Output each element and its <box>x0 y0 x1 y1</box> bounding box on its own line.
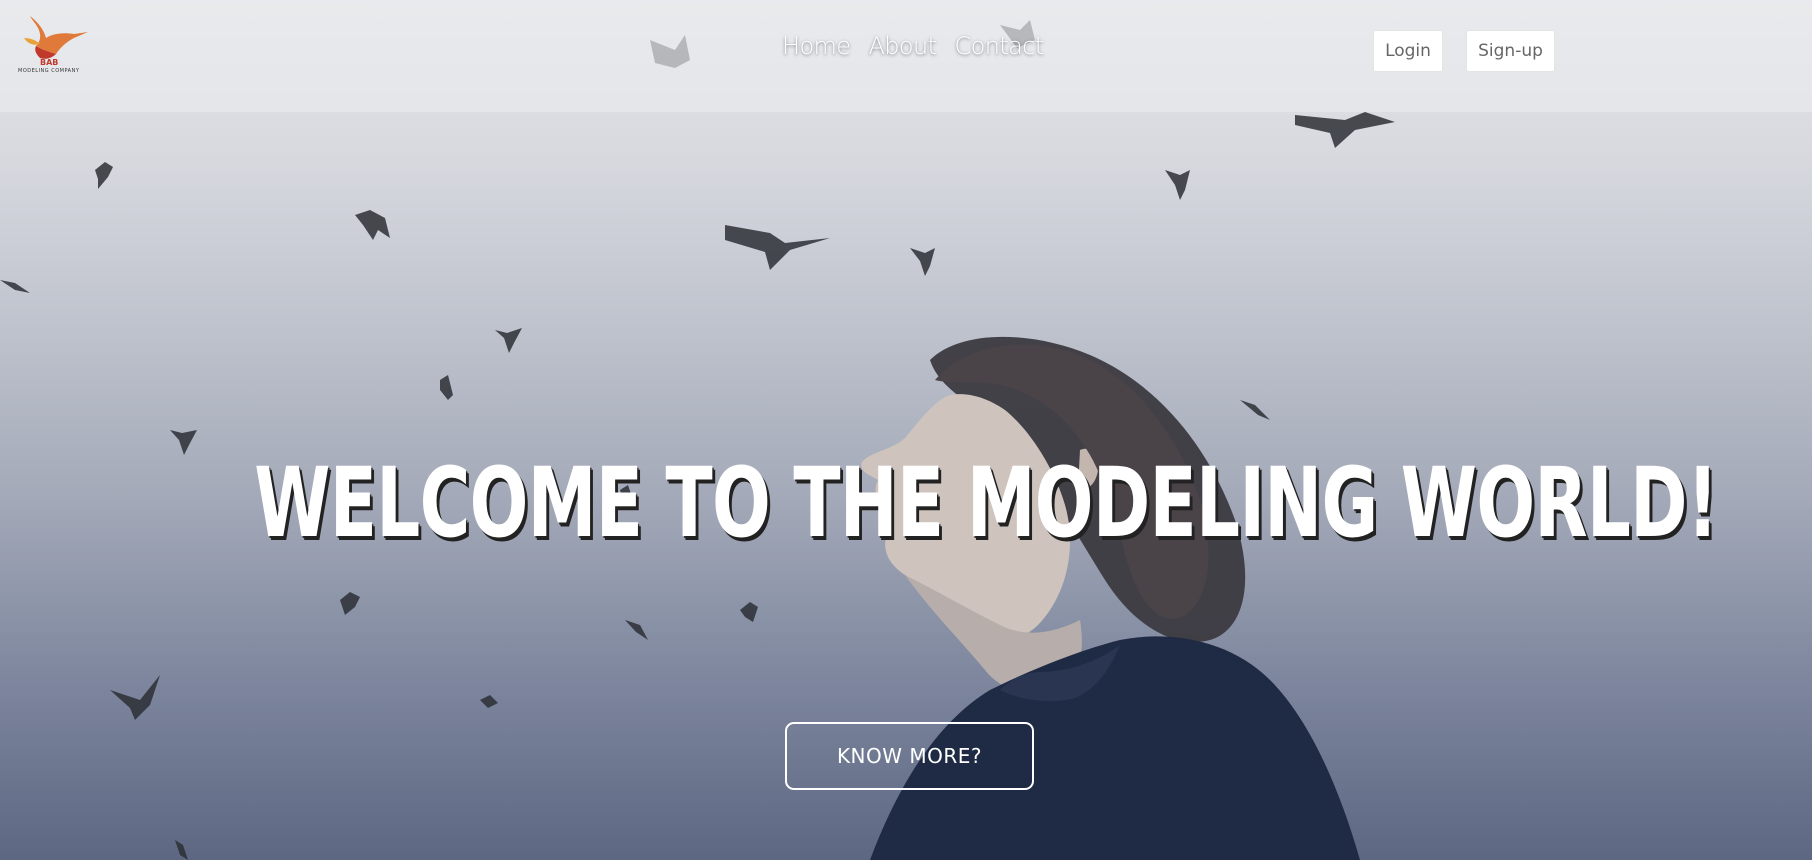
logo-brand-text: BAB <box>40 58 59 67</box>
nav-home-link[interactable]: Home <box>782 32 851 60</box>
logo-tagline: MODELING COMPANY <box>18 68 80 74</box>
know-more-button[interactable]: KNOW MORE? <box>785 722 1034 790</box>
signup-button[interactable]: Sign-up <box>1466 30 1555 72</box>
nav-contact-link[interactable]: Contact <box>954 32 1044 60</box>
top-navbar: BAB MODELING COMPANY Home About Contact … <box>0 0 1812 112</box>
login-button[interactable]: Login <box>1373 30 1443 72</box>
main-nav: Home About Contact <box>782 32 1044 60</box>
hero-headline: WELCOME TO THE MODELING WORLD! <box>254 447 1718 559</box>
hero-section: BAB MODELING COMPANY Home About Contact … <box>0 0 1812 860</box>
nav-about-link[interactable]: About <box>868 32 937 60</box>
